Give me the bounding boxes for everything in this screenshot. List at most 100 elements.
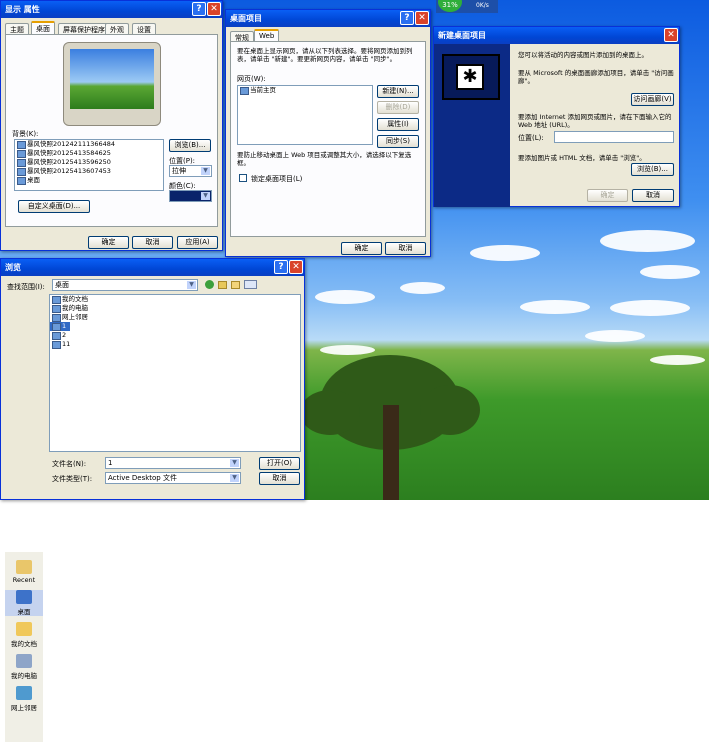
place-recent[interactable]: Recent — [5, 560, 43, 584]
color-picker[interactable] — [169, 190, 212, 202]
cloud — [320, 345, 375, 355]
ok-button[interactable]: 确定 — [88, 236, 129, 249]
window-title: 新建桌面项目 — [438, 31, 486, 40]
cancel-button[interactable]: 取消 — [632, 189, 674, 202]
cloud — [315, 290, 375, 304]
cloud — [520, 300, 590, 314]
lock-label: 锁定桌面项目(L) — [251, 175, 303, 183]
cloud — [650, 355, 705, 365]
place-network[interactable]: 网上邻居 — [5, 686, 43, 712]
cloud — [640, 265, 700, 279]
close-icon[interactable]: ✕ — [207, 2, 221, 16]
ok-button[interactable]: 确定 — [341, 242, 382, 255]
gallery-button[interactable]: 访问画廊(V) — [631, 93, 674, 106]
delete-button[interactable]: 删除(D) — [377, 101, 419, 114]
monitor-preview — [63, 42, 161, 126]
open-button[interactable]: 打开(O) — [259, 457, 300, 470]
place-my-computer[interactable]: 我的电脑 — [5, 654, 43, 680]
lock-checkbox[interactable] — [239, 174, 247, 182]
browse-button[interactable]: 浏览(B)... — [169, 139, 211, 152]
list-item[interactable]: 2 — [50, 331, 300, 340]
customize-desktop-button[interactable]: 自定义桌面(D)... — [18, 200, 90, 213]
lookin-label: 查找范围(I): — [7, 283, 45, 291]
list-item[interactable]: 暴风快照20125413584625 — [15, 149, 163, 158]
lookin-select[interactable]: 桌面 — [52, 279, 198, 291]
net-speed: 0K/s — [476, 2, 489, 9]
cloud — [585, 330, 645, 342]
computer-icon — [16, 654, 32, 668]
filetype-label: 文件类型(T): — [52, 475, 93, 483]
url-text: 要添加 Internet 添加网页或图片，请在下面输入它的 Web 地址 (UR… — [518, 113, 672, 129]
properties-button[interactable]: 属性(I) — [377, 118, 419, 131]
background-list[interactable]: 暴风快照201242111366484 暴风快照20125413584625 暴… — [14, 139, 164, 191]
close-icon[interactable]: ✕ — [289, 260, 303, 274]
list-item[interactable]: 暴风快照20125413596250 — [15, 158, 163, 167]
cloud — [470, 245, 540, 261]
cloud — [600, 230, 695, 252]
location-input[interactable] — [554, 131, 674, 143]
desktop-icon — [16, 590, 32, 604]
cancel-button[interactable]: 取消 — [259, 472, 300, 485]
close-icon[interactable]: ✕ — [664, 28, 678, 42]
place-desktop[interactable]: 桌面 — [5, 590, 43, 616]
description-text: 要在桌面上显示网页，请从以下列表选择。要将网页添加到列表，请单击 "新建"。要更… — [237, 47, 413, 63]
titlebar: 浏览 ? ✕ — [1, 259, 304, 276]
filename-input[interactable]: 1 — [105, 457, 241, 469]
list-item[interactable]: 暴风快照20125413607453 — [15, 167, 163, 176]
background-label: 背景(K): — [12, 130, 39, 138]
sync-button[interactable]: 同步(S) — [377, 135, 419, 148]
position-select[interactable]: 拉伸 — [169, 165, 212, 177]
help-icon[interactable]: ? — [274, 260, 288, 274]
browse-button[interactable]: 浏览(B)... — [631, 163, 674, 176]
tray-monitor: 31% 0K/s — [436, 0, 498, 13]
wizard-banner: ✱ — [434, 44, 510, 207]
desktop-item-icon: ✱ — [456, 64, 484, 90]
new-desktop-item-window: 新建桌面项目 ✕ ✱ 您可以将活动的内容或图片添加到的桌面上。 要从 Micro… — [433, 26, 680, 207]
list-item[interactable]: 桌面 — [15, 176, 163, 185]
tree-crown — [420, 385, 480, 435]
titlebar: 桌面项目 ? ✕ — [226, 10, 430, 27]
list-item[interactable]: 我的电脑 — [50, 304, 300, 313]
location-label: 位置(L): — [518, 134, 544, 142]
filename-label: 文件名(N): — [52, 460, 87, 468]
cancel-button[interactable]: 取消 — [132, 236, 173, 249]
browse-window: 浏览 ? ✕ 查找范围(I): 桌面 Recent 桌面 我的文档 我的电脑 网… — [0, 258, 305, 742]
help-icon[interactable]: ? — [192, 2, 206, 16]
new-folder-icon[interactable] — [231, 281, 240, 289]
list-item[interactable]: 当前主页 — [238, 86, 372, 95]
close-icon[interactable]: ✕ — [415, 11, 429, 25]
list-item[interactable]: 我的文档 — [50, 295, 300, 304]
place-my-documents[interactable]: 我的文档 — [5, 622, 43, 648]
view-menu-icon[interactable] — [244, 280, 257, 289]
list-item-selected[interactable]: 1 — [50, 322, 70, 331]
list-item[interactable]: 网上邻居 — [50, 313, 300, 322]
tab-desktop[interactable]: 桌面 — [31, 21, 55, 34]
window-title: 显示 属性 — [5, 5, 40, 14]
cancel-button[interactable]: 取消 — [385, 242, 426, 255]
file-list[interactable]: 我的文档 我的电脑 网上邻居 1 2 11 — [49, 294, 301, 452]
filetype-select[interactable]: Active Desktop 文件 — [105, 472, 241, 484]
titlebar: 新建桌面项目 ✕ — [434, 27, 679, 44]
window-title: 桌面项目 — [230, 14, 262, 23]
back-icon[interactable] — [205, 280, 214, 289]
browse-text: 要添加图片或 HTML 文档，请单击 "浏览"。 — [518, 154, 646, 162]
webpage-list[interactable]: 当前主页 — [237, 85, 373, 145]
network-icon — [16, 686, 32, 700]
list-item[interactable]: 11 — [50, 340, 300, 349]
up-folder-icon[interactable] — [218, 281, 227, 289]
apply-button[interactable]: 应用(A) — [177, 236, 218, 249]
window-title: 浏览 — [5, 263, 21, 272]
places-bar: Recent 桌面 我的文档 我的电脑 网上邻居 — [5, 552, 43, 742]
list-item[interactable]: 暴风快照201242111366484 — [15, 140, 163, 149]
recent-icon — [16, 560, 32, 574]
folder-icon — [16, 622, 32, 636]
new-button[interactable]: 新建(N)... — [377, 85, 419, 98]
ok-button[interactable]: 确定 — [587, 189, 628, 202]
web-tab-panel: 要在桌面上显示网页，请从以下列表选择。要将网页添加到列表，请单击 "新建"。要更… — [230, 41, 426, 237]
help-icon[interactable]: ? — [400, 11, 414, 25]
lock-description: 要防止移动桌面上 Web 项目或调整其大小，请选择以下复选框。 — [237, 151, 412, 167]
cpu-meter: 31% — [438, 0, 462, 12]
cloud — [400, 282, 445, 294]
intro-text: 您可以将活动的内容或图片添加到的桌面上。 — [518, 51, 648, 59]
titlebar: 显示 属性 ? ✕ — [1, 1, 222, 18]
